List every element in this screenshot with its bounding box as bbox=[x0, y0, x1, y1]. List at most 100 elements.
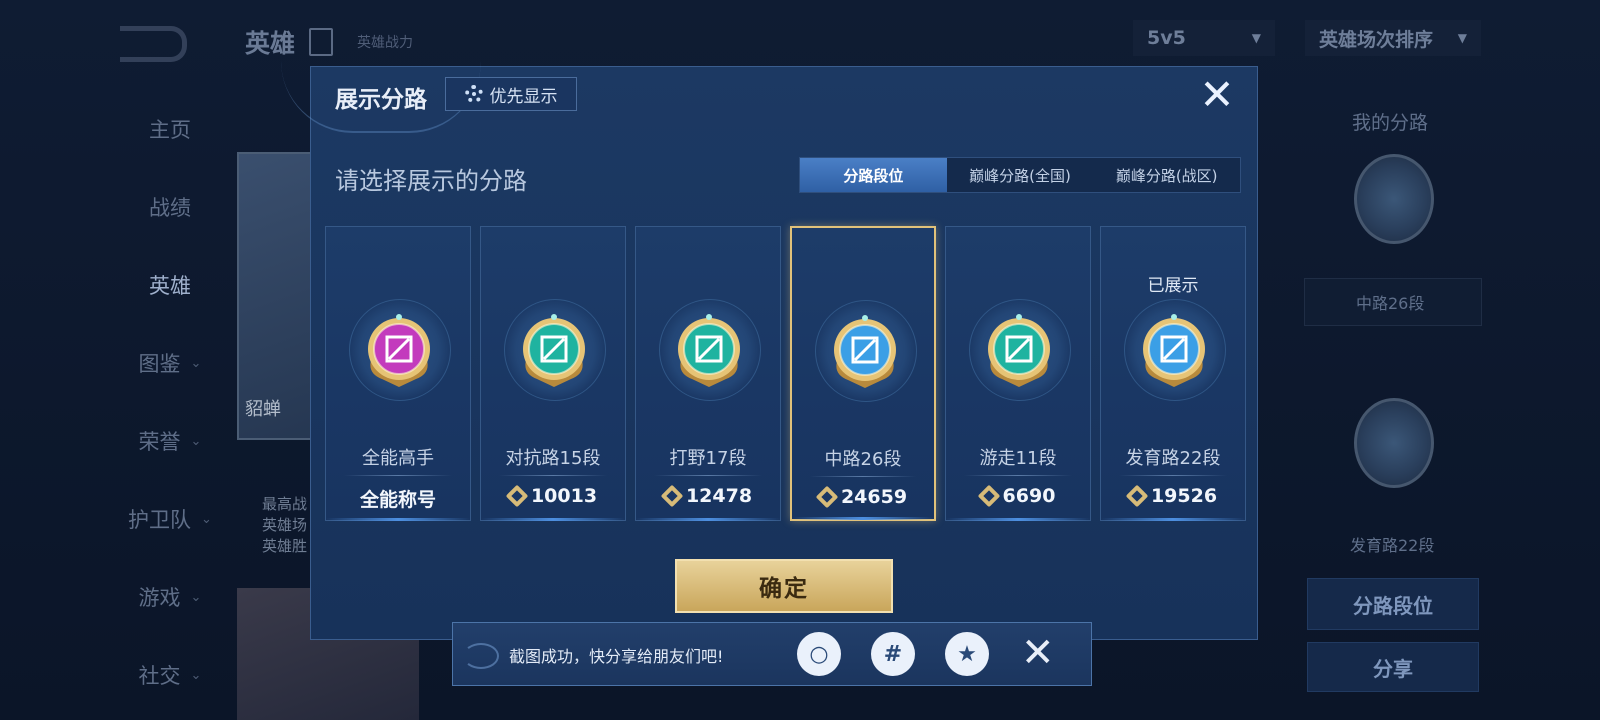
screenshot-share-toast: 截图成功，快分享给朋友们吧! ○ # ★ ✕ bbox=[452, 622, 1092, 686]
nav-item-label: 社交 bbox=[138, 664, 181, 688]
tab-0[interactable]: 分路段位 bbox=[800, 158, 947, 192]
my-lane-label: 我的分路 bbox=[1352, 112, 1429, 134]
hero-power-label[interactable]: 英雄战力 bbox=[357, 32, 413, 52]
nav-item[interactable]: 游戏 ⌄ bbox=[110, 558, 230, 636]
mid-lane-emblem-icon bbox=[828, 314, 902, 388]
lane-card[interactable]: 全能高手 全能称号 bbox=[325, 226, 471, 521]
lane-card[interactable]: 已展示 发育路22段 19526 bbox=[1100, 226, 1246, 521]
lane-name: 中路26段 bbox=[824, 449, 902, 470]
lane-card[interactable]: 对抗路15段 10013 bbox=[480, 226, 626, 521]
farm-lane-emblem-icon bbox=[1137, 313, 1211, 387]
hero-card-stats: 最高战 英雄场 英雄胜 bbox=[262, 495, 308, 555]
divider bbox=[1119, 475, 1227, 476]
clash-lane-emblem-icon bbox=[517, 313, 591, 387]
chevron-down-icon: ⌄ bbox=[190, 589, 202, 605]
tab-2[interactable]: 巅峰分路(战区) bbox=[1093, 158, 1240, 192]
lane-card[interactable]: 中路26段 24659 bbox=[790, 226, 936, 521]
side-nav: 主页战绩英雄图鉴 ⌄ 荣誉 ⌄ 护卫队 ⌄ 游戏 ⌄ 社交 ⌄ bbox=[110, 90, 230, 714]
chevron-down-icon: ⌄ bbox=[201, 511, 212, 527]
priority-display-button[interactable]: 优先显示 bbox=[445, 77, 577, 111]
lane-score: 12478 bbox=[636, 484, 780, 508]
display-lane-dialog: 展示分路 优先显示 ✕ 请选择展示的分路 分路段位 巅峰分路(全国) 巅峰分路(战区… bbox=[281, 66, 1258, 640]
roam-emblem-icon bbox=[982, 313, 1056, 387]
chevron-down-icon: ⌄ bbox=[190, 355, 202, 371]
lane-card[interactable]: 打野17段 12478 bbox=[635, 226, 781, 521]
divider bbox=[344, 475, 452, 476]
sort-select-value: 英雄场次排序 bbox=[1319, 28, 1434, 51]
all-round-emblem-icon bbox=[362, 313, 436, 387]
mid-lane-badge-icon bbox=[1354, 154, 1434, 244]
nav-item-label: 主页 bbox=[149, 118, 191, 142]
nav-item[interactable]: 战绩 bbox=[110, 168, 230, 246]
lane-score: 10013 bbox=[481, 484, 625, 508]
divider bbox=[654, 475, 762, 476]
sort-select[interactable]: 英雄场次排序 ▼ bbox=[1305, 20, 1481, 56]
close-icon[interactable]: ✕ bbox=[1197, 74, 1237, 116]
tab-1[interactable]: 巅峰分路(全国) bbox=[947, 158, 1094, 192]
nav-item-label: 护卫队 bbox=[128, 508, 192, 532]
lane-list: 全能高手 全能称号 对抗路15段 10013 打野17段 12478 中路26段 24659 游… bbox=[325, 226, 1246, 522]
lane-score-value: 10013 bbox=[530, 485, 598, 507]
chevron-down-icon: ▼ bbox=[1251, 31, 1261, 45]
page-title: 英雄 bbox=[245, 29, 296, 58]
lane-name: 打野17段 bbox=[669, 448, 747, 469]
back-icon[interactable] bbox=[120, 26, 187, 62]
lane-score: 全能称号 bbox=[326, 485, 470, 512]
lane-name: 游走11段 bbox=[979, 448, 1057, 469]
lane-card[interactable]: 游走11段 6690 bbox=[945, 226, 1091, 521]
rank-points-icon bbox=[815, 485, 839, 509]
chevron-down-icon: ⌄ bbox=[190, 433, 202, 449]
lane-rank-button[interactable]: 分路段位 bbox=[1307, 578, 1479, 630]
close-icon[interactable]: ✕ bbox=[1021, 631, 1055, 675]
nav-item[interactable]: 护卫队 ⌄ bbox=[110, 480, 230, 558]
rank-points-icon bbox=[977, 484, 1000, 508]
divider bbox=[499, 475, 607, 476]
moments-icon[interactable]: # bbox=[871, 632, 915, 676]
priority-display-label: 优先显示 bbox=[489, 86, 558, 107]
nav-item-label: 战绩 bbox=[149, 196, 191, 220]
qq-icon[interactable]: ○ bbox=[797, 632, 841, 676]
divider bbox=[810, 476, 916, 477]
nav-item-label: 荣誉 bbox=[138, 430, 181, 454]
decorative-swirl bbox=[463, 643, 499, 669]
divider bbox=[964, 475, 1072, 476]
rank-points-icon bbox=[505, 484, 529, 508]
list-icon[interactable] bbox=[309, 28, 334, 56]
lane-score-value: 24659 bbox=[840, 486, 908, 508]
lane-tabs: 分路段位 巅峰分路(全国) 巅峰分路(战区) bbox=[799, 157, 1241, 193]
rank-points-icon bbox=[1125, 484, 1149, 508]
lane-score-value: 12478 bbox=[685, 485, 753, 507]
lane-score-value: 19526 bbox=[1150, 485, 1218, 507]
nav-item-label: 游戏 bbox=[138, 586, 181, 610]
dialog-title: 展示分路 bbox=[335, 87, 427, 113]
lane-name: 对抗路15段 bbox=[505, 448, 601, 469]
lane-score: 19526 bbox=[1101, 484, 1245, 508]
lane-score-value: 6690 bbox=[1002, 485, 1056, 507]
share-button[interactable]: 分享 bbox=[1307, 642, 1479, 692]
nav-item[interactable]: 荣誉 ⌄ bbox=[110, 402, 230, 480]
dialog-subtitle: 请选择展示的分路 bbox=[335, 167, 527, 195]
nav-item[interactable]: 图鉴 ⌄ bbox=[110, 324, 230, 402]
lane-score: 24659 bbox=[792, 485, 934, 509]
nav-item[interactable]: 英雄 bbox=[110, 246, 230, 324]
farm-lane-badge-icon bbox=[1354, 398, 1434, 488]
nav-item[interactable]: 主页 bbox=[110, 90, 230, 168]
mode-select[interactable]: 5v5 ▼ bbox=[1133, 20, 1275, 56]
nav-item-label: 英雄 bbox=[149, 274, 191, 298]
jungle-emblem-icon bbox=[672, 313, 746, 387]
rank-points-icon bbox=[660, 484, 684, 508]
toast-message: 截图成功，快分享给朋友们吧! bbox=[509, 647, 724, 666]
nav-item[interactable]: 社交 ⌄ bbox=[110, 636, 230, 714]
confirm-button[interactable]: 确定 bbox=[675, 559, 893, 613]
mode-select-value: 5v5 bbox=[1147, 27, 1186, 49]
page-header: 英雄 英雄战力 bbox=[245, 24, 413, 60]
lane-name: 全能高手 bbox=[362, 448, 434, 469]
gear-icon bbox=[464, 85, 483, 103]
my-lane-rank: 发育路22段 bbox=[1350, 536, 1435, 555]
qzone-icon[interactable]: ★ bbox=[945, 632, 989, 676]
chevron-down-icon: ⌄ bbox=[190, 667, 202, 683]
lane-name: 发育路22段 bbox=[1125, 448, 1221, 469]
nav-item-label: 图鉴 bbox=[138, 352, 181, 376]
lane-score-value: 全能称号 bbox=[359, 489, 436, 511]
lane-score: 6690 bbox=[946, 484, 1090, 508]
